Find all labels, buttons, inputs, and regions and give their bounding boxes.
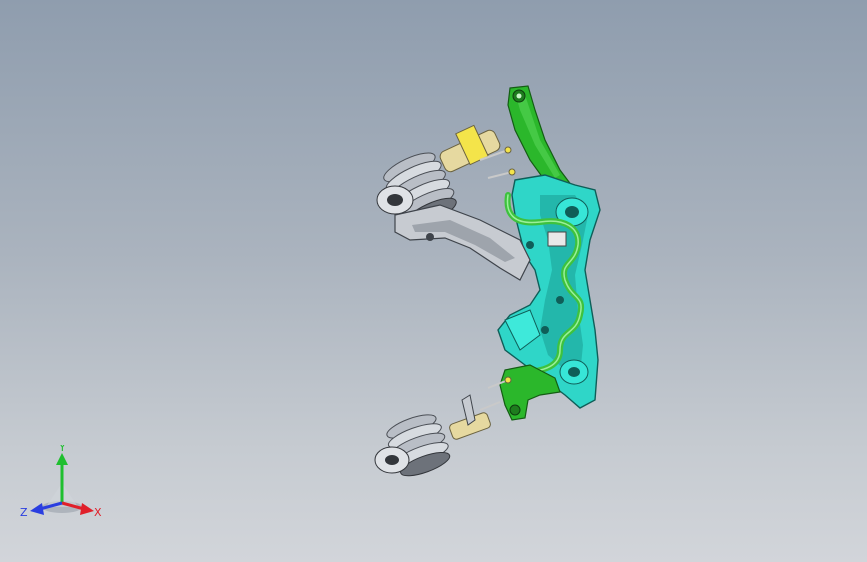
- z-axis-label: Z: [20, 506, 28, 519]
- strut-assembly-lower[interactable]: [374, 394, 492, 481]
- axis-triad: Y X Z: [20, 445, 102, 519]
- x-axis-label: X: [94, 506, 102, 519]
- 3d-viewport[interactable]: Y X Z: [0, 0, 867, 562]
- suspension-assembly-model[interactable]: [0, 0, 867, 562]
- y-axis-label: Y: [58, 445, 66, 454]
